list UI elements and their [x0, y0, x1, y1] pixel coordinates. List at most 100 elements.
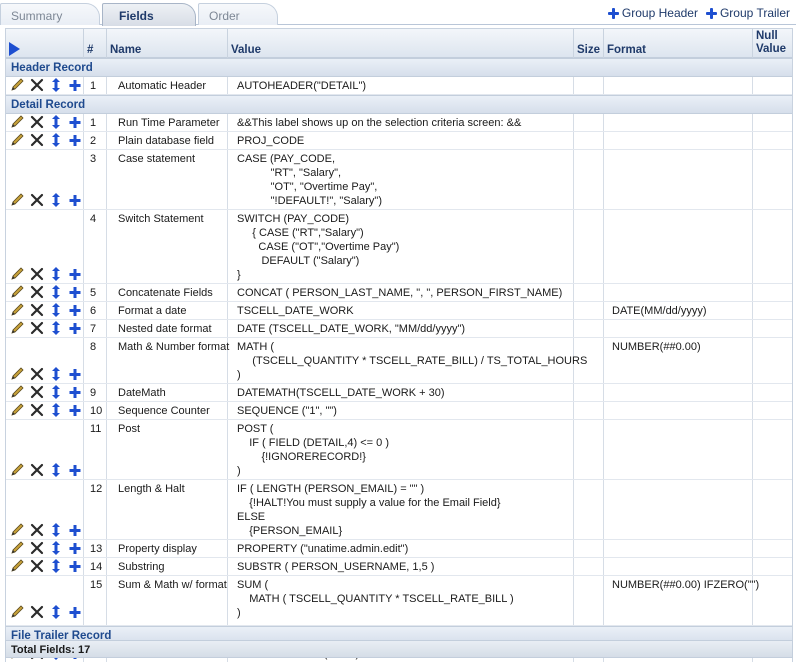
add-icon[interactable]: [67, 133, 83, 147]
move-icon[interactable]: [48, 78, 64, 92]
add-icon[interactable]: [67, 403, 83, 417]
row-actions: [10, 367, 83, 381]
row-name: Property display: [118, 543, 197, 555]
move-icon[interactable]: [48, 321, 64, 335]
delete-icon[interactable]: [29, 303, 45, 317]
row-actions: [10, 133, 83, 147]
add-icon[interactable]: [67, 267, 83, 281]
cell-num: 12: [84, 480, 107, 540]
cell-null: [753, 384, 792, 402]
add-icon[interactable]: [67, 605, 83, 619]
edit-pencil-icon[interactable]: [10, 463, 26, 477]
move-icon[interactable]: [48, 303, 64, 317]
fields-grid: # Name Value Size Format Null Value Head…: [5, 28, 793, 662]
plus-icon: [607, 7, 619, 19]
header-null-value: Null Value: [756, 30, 787, 55]
delete-icon[interactable]: [29, 133, 45, 147]
group-trailer-link[interactable]: Group Trailer: [705, 6, 790, 20]
move-icon[interactable]: [48, 385, 64, 399]
edit-pencil-icon[interactable]: [10, 541, 26, 555]
edit-pencil-icon[interactable]: [10, 115, 26, 129]
table-row: 1 Run Time Parameter &&This label shows up…: [6, 114, 792, 132]
tab-order[interactable]: Order: [198, 3, 278, 25]
move-icon[interactable]: [48, 559, 64, 573]
delete-icon[interactable]: [29, 78, 45, 92]
move-icon[interactable]: [48, 367, 64, 381]
tab-fields[interactable]: Fields: [102, 3, 196, 26]
edit-pencil-icon[interactable]: [10, 367, 26, 381]
delete-icon[interactable]: [29, 385, 45, 399]
move-icon[interactable]: [48, 193, 64, 207]
row-num: 5: [90, 287, 97, 299]
add-icon[interactable]: [67, 367, 83, 381]
table-row: 3 Case statement CASE (PAY_CODE, "RT", "Sa…: [6, 150, 792, 210]
row-num: 8: [90, 341, 97, 353]
move-icon[interactable]: [48, 605, 64, 619]
cell-format: [604, 132, 753, 150]
group-links: Group Header Group Trailer: [607, 6, 790, 20]
move-icon[interactable]: [48, 285, 64, 299]
cell-format: [604, 384, 753, 402]
move-icon[interactable]: [48, 541, 64, 555]
add-icon[interactable]: [67, 559, 83, 573]
delete-icon[interactable]: [29, 559, 45, 573]
cell-actions: [6, 77, 84, 95]
cell-value: PROPERTY ("unatime.admin.edit"): [228, 540, 574, 558]
tab-summary[interactable]: Summary: [0, 3, 100, 25]
add-icon[interactable]: [67, 463, 83, 477]
delete-icon[interactable]: [29, 463, 45, 477]
delete-icon[interactable]: [29, 605, 45, 619]
cell-format: [604, 150, 753, 210]
delete-icon[interactable]: [29, 321, 45, 335]
header-size: Size: [574, 29, 604, 58]
cell-name: Sequence Counter: [107, 402, 228, 420]
row-value: IF ( LENGTH (PERSON_EMAIL) = "" ) {!HALT…: [237, 483, 501, 537]
edit-pencil-icon[interactable]: [10, 133, 26, 147]
delete-icon[interactable]: [29, 115, 45, 129]
edit-pencil-icon[interactable]: [10, 321, 26, 335]
move-icon[interactable]: [48, 523, 64, 537]
add-icon[interactable]: [67, 303, 83, 317]
delete-icon[interactable]: [29, 285, 45, 299]
play-icon[interactable]: [9, 42, 20, 56]
row-name: Format a date: [118, 305, 187, 317]
edit-pencil-icon[interactable]: [10, 605, 26, 619]
add-icon[interactable]: [67, 523, 83, 537]
move-icon[interactable]: [48, 133, 64, 147]
add-icon[interactable]: [67, 285, 83, 299]
move-icon[interactable]: [48, 403, 64, 417]
row-name: Sequence Counter: [118, 405, 210, 417]
delete-icon[interactable]: [29, 403, 45, 417]
edit-pencil-icon[interactable]: [10, 303, 26, 317]
move-icon[interactable]: [48, 115, 64, 129]
add-icon[interactable]: [67, 193, 83, 207]
add-icon[interactable]: [67, 385, 83, 399]
delete-icon[interactable]: [29, 267, 45, 281]
add-icon[interactable]: [67, 115, 83, 129]
add-icon[interactable]: [67, 78, 83, 92]
edit-pencil-icon[interactable]: [10, 523, 26, 537]
cell-size: [574, 576, 604, 626]
add-icon[interactable]: [67, 321, 83, 335]
edit-pencil-icon[interactable]: [10, 385, 26, 399]
edit-pencil-icon[interactable]: [10, 193, 26, 207]
group-header-link[interactable]: Group Header: [607, 6, 698, 20]
cell-num: 5: [84, 284, 107, 302]
row-actions: [10, 78, 83, 92]
edit-pencil-icon[interactable]: [10, 559, 26, 573]
delete-icon[interactable]: [29, 541, 45, 555]
delete-icon[interactable]: [29, 523, 45, 537]
edit-pencil-icon[interactable]: [10, 78, 26, 92]
edit-pencil-icon[interactable]: [10, 285, 26, 299]
add-icon[interactable]: [67, 541, 83, 555]
edit-pencil-icon[interactable]: [10, 403, 26, 417]
cell-format: DATE(MM/dd/yyyy): [604, 302, 753, 320]
row-name: Nested date format: [118, 323, 212, 335]
move-icon[interactable]: [48, 267, 64, 281]
delete-icon[interactable]: [29, 367, 45, 381]
move-icon[interactable]: [48, 463, 64, 477]
delete-icon[interactable]: [29, 193, 45, 207]
table-row: 15 Sum & Math w/ format SUM ( MATH ( TSCEL…: [6, 576, 792, 626]
table-row: 4 Switch Statement SWITCH (PAY_CODE) { CAS…: [6, 210, 792, 284]
edit-pencil-icon[interactable]: [10, 267, 26, 281]
